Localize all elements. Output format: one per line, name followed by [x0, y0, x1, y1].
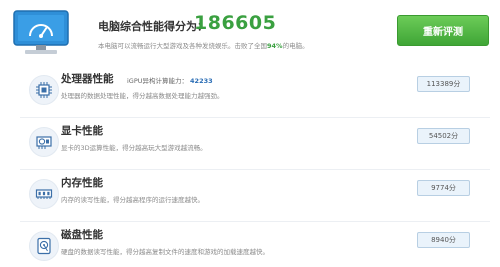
row-title: 内存性能	[61, 177, 103, 189]
row-title: 处理器性能	[61, 73, 114, 85]
score-description: 本电脑可以流畅运行大型游戏及各种发烧娱乐。击败了全国94%的电脑。	[98, 40, 309, 50]
disk-performance-row: 磁盘性能 硬盘的数据读写性能，得分越高复制文件的速度和游戏的加载速度越快。 89…	[12, 222, 490, 267]
row-description: 显卡的3D运算性能，得分越高玩大型游戏越流畅。	[61, 144, 207, 152]
retest-button[interactable]: 重新评测	[397, 15, 489, 46]
memory-performance-row: 内存性能 内存的读写性能，得分越高程序的运行速度越快。 9774分	[12, 170, 490, 222]
cpu-icon	[29, 75, 59, 105]
igpu-compute-label: iGPU异构计算能力：	[127, 77, 189, 85]
row-description: 硬盘的数据读写性能，得分越高复制文件的速度和游戏的加载速度越快。	[61, 248, 269, 256]
gpu-score-badge: 54502分	[417, 128, 470, 144]
row-description: 内存的读写性能，得分越高程序的运行速度越快。	[61, 196, 204, 204]
cpu-performance-row: 处理器性能 iGPU异构计算能力： 42233 处理器的数据处理性能，得分越高数据…	[12, 66, 490, 118]
score-description-suffix: 的电脑。	[282, 42, 309, 50]
score-header: 电脑综合性能得分为： 186605 本电脑可以流畅运行大型游戏及各种发烧娱乐。击…	[0, 0, 500, 62]
row-title: 磁盘性能	[61, 229, 103, 241]
disk-score-badge: 8940分	[417, 232, 470, 248]
performance-score-panel: 电脑综合性能得分为： 186605 本电脑可以流畅运行大型游戏及各种发烧娱乐。击…	[0, 0, 500, 267]
graphics-card-icon	[29, 127, 59, 157]
gpu-performance-row: 显卡性能 显卡的3D运算性能，得分越高玩大型游戏越流畅。 54502分	[12, 118, 490, 170]
monitor-speedometer-icon	[13, 10, 69, 54]
igpu-compute-value: 42233	[190, 77, 213, 85]
row-description: 处理器的数据处理性能，得分越高数据处理能力越强劲。	[61, 92, 224, 100]
score-description-text: 本电脑可以流畅运行大型游戏及各种发烧娱乐。击败了全国	[98, 42, 267, 50]
score-title: 电脑综合性能得分为：	[98, 20, 208, 33]
overall-score: 186605	[194, 12, 277, 34]
igpu-compute: iGPU异构计算能力： 42233	[127, 75, 213, 85]
memory-score-badge: 9774分	[417, 180, 470, 196]
beat-percentage: 94%	[267, 42, 283, 50]
row-title: 显卡性能	[61, 125, 103, 137]
cpu-score-badge: 113389分	[417, 76, 470, 92]
disk-icon	[29, 231, 59, 261]
memory-icon	[29, 179, 59, 209]
